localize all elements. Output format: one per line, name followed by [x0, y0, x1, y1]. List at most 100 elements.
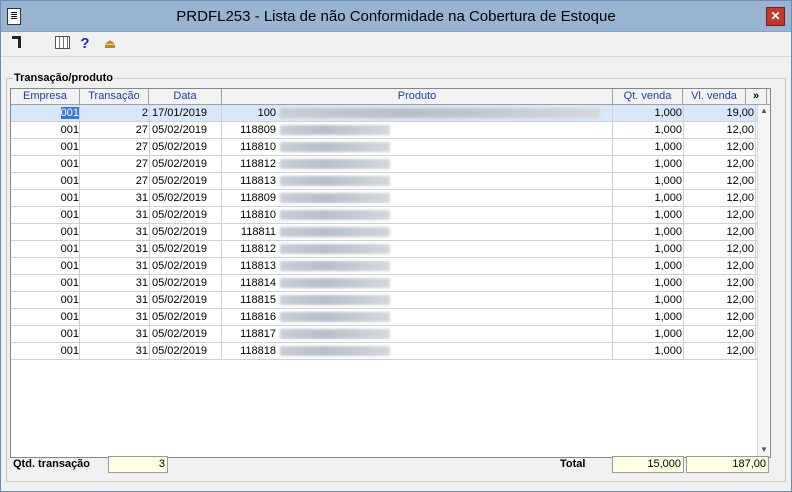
col-header-transacao[interactable]: Transação — [80, 89, 149, 104]
cell-empresa[interactable]: 001 — [11, 275, 80, 291]
cell-qt-venda[interactable]: 1,000 — [613, 105, 684, 121]
cell-empresa[interactable]: 001 — [11, 190, 80, 206]
table-row[interactable]: 001 31 05/02/2019 118815 1,000 12,00 — [11, 292, 758, 309]
scroll-down-icon[interactable]: ▼ — [758, 444, 770, 456]
cell-data[interactable]: 05/02/2019 — [149, 343, 222, 359]
cell-transacao[interactable]: 2 — [80, 105, 150, 121]
cell-empresa[interactable]: 001 — [11, 139, 80, 155]
cell-transacao[interactable]: 31 — [80, 275, 150, 291]
cell-produto[interactable]: 118809 — [222, 190, 613, 206]
table-row[interactable]: 001 31 05/02/2019 118812 1,000 12,00 — [11, 241, 758, 258]
table-row[interactable]: 001 31 05/02/2019 118814 1,000 12,00 — [11, 275, 758, 292]
cell-data[interactable]: 05/02/2019 — [149, 139, 222, 155]
cell-produto[interactable]: 118810 — [222, 139, 613, 155]
table-row[interactable]: 001 31 05/02/2019 118813 1,000 12,00 — [11, 258, 758, 275]
cell-produto[interactable]: 118813 — [222, 173, 613, 189]
cell-produto[interactable]: 118810 — [222, 207, 613, 223]
col-header-vl-venda[interactable]: Vl. venda — [683, 89, 746, 104]
table-row[interactable]: 001 27 05/02/2019 118809 1,000 12,00 — [11, 122, 758, 139]
cell-empresa[interactable]: 001 — [11, 224, 80, 240]
table-row[interactable]: 001 31 05/02/2019 118818 1,000 12,00 — [11, 343, 758, 360]
cell-produto[interactable]: 118812 — [222, 156, 613, 172]
total-qt-field[interactable]: 15,000 — [612, 456, 684, 473]
cell-data[interactable]: 05/02/2019 — [149, 173, 222, 189]
cell-empresa[interactable]: 001 — [11, 292, 80, 308]
table-row[interactable]: 001 27 05/02/2019 118813 1,000 12,00 — [11, 173, 758, 190]
cell-vl-venda[interactable]: 12,00 — [683, 224, 756, 240]
calendar-button[interactable] — [55, 36, 70, 52]
cell-vl-venda[interactable]: 12,00 — [683, 156, 756, 172]
cell-empresa[interactable]: 001 — [11, 105, 80, 121]
cell-qt-venda[interactable]: 1,000 — [613, 122, 684, 138]
col-header-data[interactable]: Data — [149, 89, 222, 104]
cell-transacao[interactable]: 31 — [80, 258, 150, 274]
cell-vl-venda[interactable]: 12,00 — [683, 275, 756, 291]
cell-qt-venda[interactable]: 1,000 — [613, 173, 684, 189]
cell-transacao[interactable]: 31 — [80, 343, 150, 359]
cell-qt-venda[interactable]: 1,000 — [613, 139, 684, 155]
cell-qt-venda[interactable]: 1,000 — [613, 224, 684, 240]
table-row[interactable]: 001 31 05/02/2019 118809 1,000 12,00 — [11, 190, 758, 207]
cell-vl-venda[interactable]: 19,00 — [683, 105, 756, 121]
help-button[interactable]: ? — [79, 36, 91, 52]
arrow-icon-button[interactable] — [10, 36, 22, 52]
cell-vl-venda[interactable]: 12,00 — [683, 241, 756, 257]
cell-transacao[interactable]: 31 — [80, 309, 150, 325]
table-row[interactable]: 001 31 05/02/2019 118817 1,000 12,00 — [11, 326, 758, 343]
table-row[interactable]: 001 27 05/02/2019 118810 1,000 12,00 — [11, 139, 758, 156]
cell-data[interactable]: 05/02/2019 — [149, 241, 222, 257]
col-header-produto[interactable]: Produto — [222, 89, 613, 104]
cell-empresa[interactable]: 001 — [11, 258, 80, 274]
cell-vl-venda[interactable]: 12,00 — [683, 258, 756, 274]
vertical-scrollbar[interactable]: ▲ ▼ — [757, 105, 770, 456]
cell-transacao[interactable]: 31 — [80, 190, 150, 206]
cell-produto[interactable]: 118813 — [222, 258, 613, 274]
cell-data[interactable]: 05/02/2019 — [149, 275, 222, 291]
cell-qt-venda[interactable]: 1,000 — [613, 241, 684, 257]
table-row[interactable]: 001 31 05/02/2019 118810 1,000 12,00 — [11, 207, 758, 224]
cell-produto[interactable]: 118816 — [222, 309, 613, 325]
col-header-empresa[interactable]: Empresa — [11, 89, 80, 104]
table-row[interactable]: 001 31 05/02/2019 118811 1,000 12,00 — [11, 224, 758, 241]
data-grid[interactable]: Empresa Transação Data Produto Qt. venda… — [10, 88, 771, 458]
cell-qt-venda[interactable]: 1,000 — [613, 309, 684, 325]
cell-data[interactable]: 05/02/2019 — [149, 122, 222, 138]
cell-data[interactable]: 05/02/2019 — [149, 326, 222, 342]
cell-vl-venda[interactable]: 12,00 — [683, 207, 756, 223]
table-row[interactable]: 001 27 05/02/2019 118812 1,000 12,00 — [11, 156, 758, 173]
cell-qt-venda[interactable]: 1,000 — [613, 275, 684, 291]
cell-vl-venda[interactable]: 12,00 — [683, 343, 756, 359]
cell-data[interactable]: 05/02/2019 — [149, 309, 222, 325]
cell-empresa[interactable]: 001 — [11, 343, 80, 359]
cell-produto[interactable]: 118818 — [222, 343, 613, 359]
cell-transacao[interactable]: 31 — [80, 292, 150, 308]
cell-empresa[interactable]: 001 — [11, 156, 80, 172]
scroll-up-icon[interactable]: ▲ — [758, 105, 770, 117]
cell-qt-venda[interactable]: 1,000 — [613, 207, 684, 223]
exit-button[interactable]: ⏏ — [102, 36, 118, 52]
cell-transacao[interactable]: 27 — [80, 156, 150, 172]
cell-vl-venda[interactable]: 12,00 — [683, 292, 756, 308]
cell-produto[interactable]: 118809 — [222, 122, 613, 138]
cell-data[interactable]: 05/02/2019 — [149, 156, 222, 172]
cell-produto[interactable]: 118814 — [222, 275, 613, 291]
cell-data[interactable]: 05/02/2019 — [149, 258, 222, 274]
table-row[interactable]: 001 2 17/01/2019 100 1,000 19,00 — [11, 105, 758, 122]
cell-qt-venda[interactable]: 1,000 — [613, 156, 684, 172]
cell-data[interactable]: 05/02/2019 — [149, 224, 222, 240]
table-row[interactable]: 001 31 05/02/2019 118816 1,000 12,00 — [11, 309, 758, 326]
cell-empresa[interactable]: 001 — [11, 241, 80, 257]
cell-produto[interactable]: 118817 — [222, 326, 613, 342]
cell-empresa[interactable]: 001 — [11, 309, 80, 325]
cell-qt-venda[interactable]: 1,000 — [613, 292, 684, 308]
cell-vl-venda[interactable]: 12,00 — [683, 190, 756, 206]
cell-qt-venda[interactable]: 1,000 — [613, 258, 684, 274]
cell-data[interactable]: 05/02/2019 — [149, 292, 222, 308]
cell-produto[interactable]: 100 — [222, 105, 613, 121]
cell-data[interactable]: 05/02/2019 — [149, 190, 222, 206]
cell-qt-venda[interactable]: 1,000 — [613, 343, 684, 359]
total-vl-field[interactable]: 187,00 — [686, 456, 769, 473]
cell-vl-venda[interactable]: 12,00 — [683, 122, 756, 138]
cell-qt-venda[interactable]: 1,000 — [613, 190, 684, 206]
cell-produto[interactable]: 118812 — [222, 241, 613, 257]
